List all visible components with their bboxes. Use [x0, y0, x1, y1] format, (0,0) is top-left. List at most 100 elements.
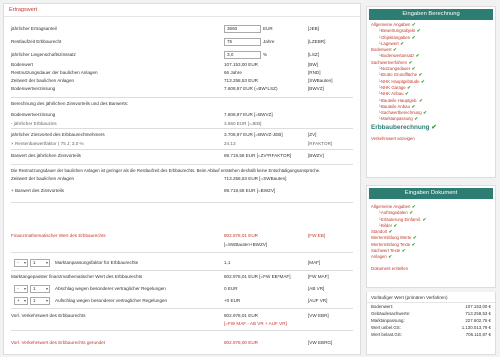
value: 713.258,53 EUR [=SWBauten]	[224, 176, 287, 181]
row-bodenwertverzinsung: Bodenwertverzinsung 7.608,97 EUR (=BW*LS…	[11, 84, 353, 93]
section-title-text: Berechnung des jährlichen Zinsvorteils u…	[11, 101, 129, 106]
label: - jährlicher Erbbauzins	[11, 121, 57, 126]
check-icon: ✔	[411, 204, 416, 209]
check-icon: ✔	[411, 103, 416, 109]
code: [BWZV]	[308, 153, 324, 158]
value-amount: 713.258,53 €	[465, 311, 491, 316]
value: 89.719,58 EUR [=BWZV]	[224, 188, 276, 193]
verkehrswert-link[interactable]: Verkehrswert anzeigen	[367, 136, 495, 141]
ertragsanteil-input[interactable]: 3660	[224, 24, 261, 33]
value: 1,1	[224, 260, 231, 265]
row-restlaufzeit: Restlaufzeit Erbbaurecht 75 Jahre [LZEBR…	[11, 37, 353, 46]
label: + Barwert des Zinsvorteils	[11, 188, 64, 193]
unit: Jahre	[263, 39, 275, 44]
panel-title: Eingaben Dokument	[369, 188, 493, 199]
row-erbbauzins: - jährlicher Erbbauzins 3.660 EUR [=JEB]	[11, 119, 353, 128]
code: [AB VR]	[308, 286, 325, 291]
label: Marktangepasster finanzmathematischer We…	[11, 274, 143, 279]
nav-berechnung: Allgemeine Angaben✔Bewertungsobjekt✔Obje…	[367, 22, 495, 123]
check-icon: ✔	[411, 34, 416, 40]
label: Bodenwertverzinsung	[11, 112, 56, 117]
value-amount: 107.153,00 €	[465, 304, 491, 309]
dokument-erstellen-link[interactable]: Dokument erstellen	[367, 266, 495, 271]
row-finanz-wert: Finanzmathematischer Wert des Erbbaurech…	[11, 231, 353, 240]
value-list: Bodenwert: 107.153,00 € Gebäudesachwerte: 7…	[367, 303, 495, 338]
row-barwert-zinsvorteil: Barwert des jährlichen Zinsvorteils 89.7…	[11, 151, 353, 160]
row-marktangepasst: Marktangepasster finanzmathematischer We…	[11, 272, 353, 281]
nav-berechnung-item-label: Lagewert	[381, 40, 399, 46]
divider	[11, 330, 353, 331]
check-icon: ✔	[405, 91, 409, 97]
nav-berechnung-item-label: Objektangaben	[381, 34, 411, 40]
check-icon: ✔	[409, 210, 413, 216]
nav-erbbauberechnung[interactable]: Erbbauberechnung ✔	[367, 123, 495, 132]
row-rentenbarwertfaktor: × Rentenbarwertfaktor ( 75 J; 3,0 % 24,1…	[11, 139, 353, 148]
divider	[11, 308, 353, 309]
divider	[11, 252, 353, 253]
nav-berechnung-item-label: NHK Anbau	[381, 91, 404, 97]
code: [FW MAF]	[308, 274, 329, 279]
zinssatz-input[interactable]: 3,0	[224, 50, 261, 59]
abschlag-select[interactable]: 1 ▾	[30, 284, 50, 293]
value-amount: 706.110,87 €	[465, 332, 491, 337]
code: [ZV]	[308, 132, 317, 137]
value: 3.708,97 EUR [=BWVZ-JEB]	[224, 132, 283, 137]
label: jährlicher Ertragsanteil	[11, 26, 57, 31]
code: [VW EBRG]	[308, 340, 333, 345]
value: 802.978,01 EUR	[224, 233, 258, 238]
value-label: Gebäudesachwerte:	[371, 311, 411, 316]
row-finanz-formula: [=SWBauten+BWZV]	[11, 240, 353, 249]
row-marktanpassungsfaktor: - ▾ 1 ▾ Marktanpassungsfaktor für Erbbaure…	[11, 258, 353, 267]
nav-berechnung-item-label: Sachwertverfahren	[371, 59, 408, 65]
row-verkehrswert-gerundet: Vorl. Verkehrswert des Erbbaurechts geru…	[11, 338, 353, 347]
label: Vorl. Verkehrswert des Erbbaurechts geru…	[11, 340, 105, 345]
value-label: Wert unbel.GS:	[371, 325, 401, 330]
nav-dokument-item-label: Sachwert Texte	[371, 248, 401, 254]
value-row: Wert belast.GS: 706.110,87 €	[367, 331, 495, 338]
value: 24,13	[224, 141, 236, 146]
unit: %	[263, 52, 268, 57]
check-icon: ✔	[418, 72, 423, 78]
label: × Rentenbarwertfaktor ( 75 J; 3,0 %	[11, 141, 84, 146]
formula: [=FW MAF - AB VR + AUF VR]	[224, 321, 287, 326]
row-abschlag: - ▾ 1 ▾ Abschlag wegen besonderer vertragl…	[11, 284, 353, 293]
check-icon: ✔	[401, 248, 406, 254]
abschlag-sign-select[interactable]: - ▾	[14, 284, 28, 293]
nav-berechnung-item-label: Sachwertberechnung	[381, 110, 422, 116]
check-icon: ✔	[388, 254, 392, 260]
factor-select[interactable]: 1 ▾	[30, 258, 50, 267]
check-icon: ✔	[388, 229, 393, 235]
row-aufschlag: + ▾ 1 ▾ Aufschlag wegen besonderer vertrag…	[11, 296, 353, 305]
nav-dokument-item-label: Anlagen	[371, 254, 387, 260]
nav-berechnung-item-label: NHK Garage	[381, 84, 406, 90]
divider	[11, 149, 353, 150]
divider	[11, 164, 353, 165]
nav-dokument-item[interactable]: Anlagen ✔	[367, 254, 495, 260]
code: [FW EB]	[308, 233, 326, 238]
label: Finanzmathematischer Wert des Erbbaurech…	[11, 233, 106, 238]
divider	[11, 128, 353, 129]
factor-sign-select[interactable]: - ▾	[14, 258, 28, 267]
nav-dokument-item-label: Wertermittlung Texte	[371, 241, 411, 247]
row-bodenwertverzinsung-2: Bodenwertverzinsung 7.608,97 EUR [=BWVZ]	[11, 110, 353, 119]
divider	[11, 97, 353, 98]
nav-berechnung-item-label: Nutzungsdauer	[381, 66, 411, 72]
value-label: Marktanpassung:	[371, 318, 405, 323]
row-zinssatz: jährlicher Liegenschaftszinssatz 3,0 % […	[11, 50, 353, 59]
nav-berechnung-item-label: Bodenwert	[371, 47, 392, 53]
check-icon: ✔	[416, 28, 421, 34]
value: 802.978,00 EUR	[224, 340, 258, 345]
code: [BWVZ]	[308, 86, 324, 91]
panel-eingaben-berechnung: Eingaben Berechnung Allgemeine Angaben✔B…	[366, 6, 496, 178]
row-vorl-formula: [=FW MAF - AB VR + AUF VR]	[11, 319, 353, 328]
label: Abschlag wegen besonderer vertraglicher …	[55, 286, 166, 291]
aufschlag-select[interactable]: 1 ▾	[30, 296, 50, 305]
aufschlag-sign-select[interactable]: + ▾	[14, 296, 28, 305]
check-icon: ✔	[393, 47, 397, 53]
restlaufzeit-input[interactable]: 75	[224, 37, 261, 46]
nav-berechnung-item-label: Marktanpassung	[381, 116, 413, 122]
page-title: Ertragswert	[4, 4, 360, 17]
label: Zeitwert der baulichen Anlagen	[11, 176, 75, 181]
label: Barwert des jährlichen Zinsvorteils	[11, 153, 81, 158]
section-title: Berechnung des jährlichen Zinsvorteils u…	[11, 99, 353, 108]
